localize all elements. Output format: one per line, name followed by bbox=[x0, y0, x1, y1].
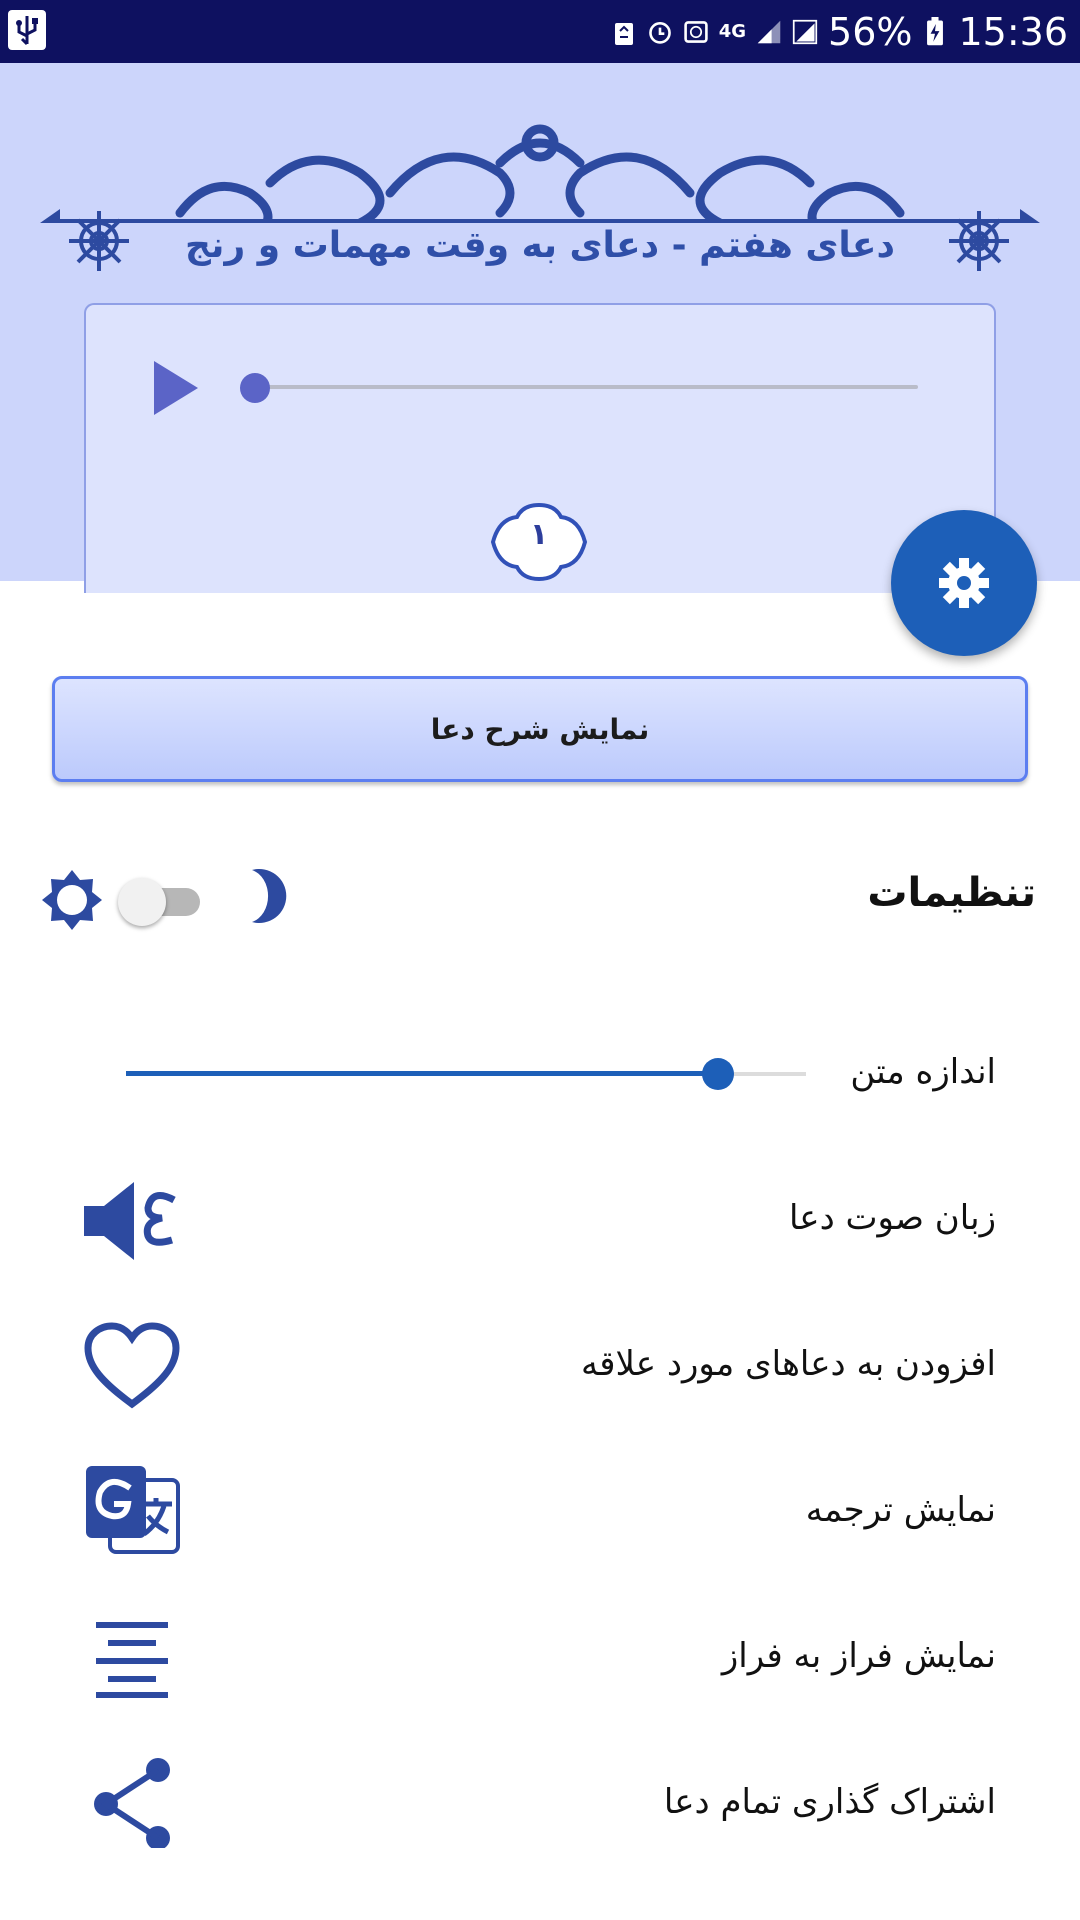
vpn-icon bbox=[684, 20, 708, 43]
audio-language-label[interactable]: زبان صوت دعا bbox=[789, 1198, 996, 1238]
toggle-knob bbox=[118, 878, 166, 926]
page-number: ۱ bbox=[529, 517, 549, 552]
prayer-title: دعای هفتم - دعای به وقت مهمات و رنج bbox=[184, 225, 895, 266]
show-translation-label[interactable]: نمایش ترجمه bbox=[806, 1490, 996, 1530]
audio-progress-thumb[interactable] bbox=[240, 373, 270, 403]
status-bar: 4G 56% 15:36 bbox=[0, 0, 1080, 63]
night-mode-toggle[interactable] bbox=[118, 878, 202, 926]
sun-icon bbox=[42, 870, 102, 930]
verse-by-verse-label[interactable]: نمایش فراز به فراز bbox=[722, 1636, 996, 1676]
settings-title: تنظیمات bbox=[867, 870, 1036, 916]
share-all-label[interactable]: اشتراک گذاری تمام دعا bbox=[664, 1782, 996, 1822]
gear-icon bbox=[939, 558, 989, 608]
audio-player: ۱ bbox=[84, 303, 996, 593]
moon-icon bbox=[252, 869, 287, 923]
rosette-icon bbox=[69, 211, 129, 271]
prayer-header: دعای هفتم - دعای به وقت مهمات و رنج ۱ bbox=[0, 63, 1080, 593]
clock: 15:36 bbox=[958, 9, 1068, 54]
recycle-icon bbox=[614, 22, 633, 45]
network-type: 4G bbox=[718, 21, 747, 42]
usb-icon bbox=[8, 10, 46, 50]
translate-icon[interactable] bbox=[82, 1464, 182, 1554]
alarm-icon bbox=[648, 21, 671, 44]
show-explanation-label: نمایش شرح دعا bbox=[430, 712, 650, 746]
add-favorite-label[interactable]: افزودن به دعاهای مورد علاقه bbox=[581, 1344, 996, 1384]
audio-progress-track[interactable] bbox=[254, 385, 918, 389]
text-size-fill bbox=[126, 1071, 718, 1076]
audio-language-icon[interactable] bbox=[82, 1176, 182, 1266]
text-size-label: اندازه متن bbox=[850, 1052, 996, 1092]
show-explanation-button[interactable]: نمایش شرح دعا bbox=[52, 676, 1028, 782]
battery-percent: 56% bbox=[828, 9, 913, 54]
text-size-thumb[interactable] bbox=[701, 1058, 734, 1090]
heart-icon[interactable] bbox=[82, 1322, 182, 1412]
ornament-decoration bbox=[40, 124, 1040, 223]
settings-fab[interactable] bbox=[891, 510, 1037, 656]
battery-charging-icon bbox=[927, 16, 944, 45]
play-icon[interactable] bbox=[150, 359, 200, 417]
signal-icon bbox=[792, 19, 818, 44]
signal-icon bbox=[757, 20, 781, 43]
align-center-icon[interactable] bbox=[82, 1612, 182, 1702]
share-icon[interactable] bbox=[82, 1758, 182, 1848]
rosette-icon bbox=[949, 211, 1009, 271]
